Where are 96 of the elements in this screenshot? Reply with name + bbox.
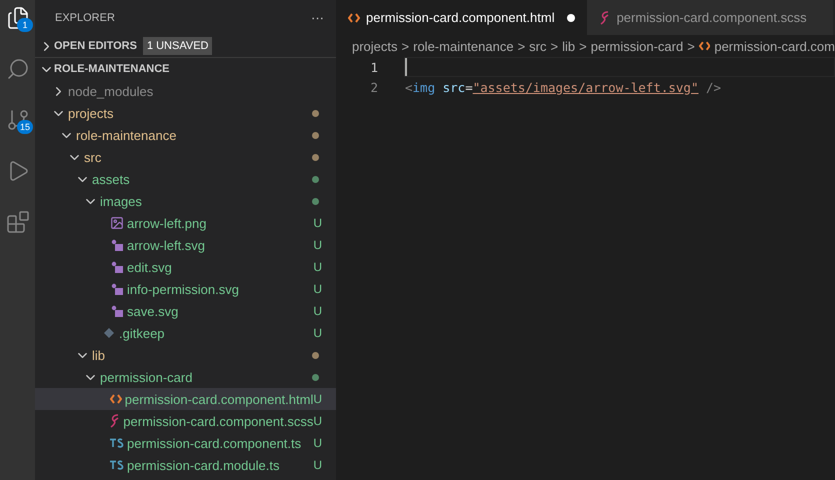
file-name: permission-card.module.ts bbox=[127, 458, 280, 472]
count-badge: 1 bbox=[17, 18, 33, 32]
file-name: arrow-left.png bbox=[127, 216, 208, 230]
file-name: permission-card.component.scss bbox=[123, 414, 314, 428]
git-status: U bbox=[313, 216, 322, 230]
count-badge: 15 bbox=[17, 120, 33, 134]
blocks-icon bbox=[6, 210, 30, 234]
code-token: = bbox=[465, 80, 473, 94]
breadcrumb-item[interactable]: role-maintenance bbox=[413, 38, 514, 54]
git-status: U bbox=[313, 282, 322, 296]
breadcrumb-item[interactable]: src bbox=[529, 38, 547, 54]
image-icon bbox=[110, 216, 124, 230]
section-title: OPEN EDITORS bbox=[54, 40, 137, 52]
folder-item[interactable]: node_modules bbox=[35, 80, 336, 102]
breadcrumb-item[interactable]: permission-card.com bbox=[714, 38, 835, 54]
file-name: permission-card.component.ts bbox=[127, 436, 302, 450]
breadcrumb-item[interactable]: projects bbox=[352, 38, 398, 54]
breadcrumb-item[interactable]: lib bbox=[562, 38, 576, 54]
svg-file-icon bbox=[110, 260, 124, 274]
pen-icon bbox=[109, 414, 122, 428]
editor-tab[interactable]: permission-card.component.html bbox=[336, 0, 587, 35]
breadcrumb-separator: > bbox=[518, 38, 526, 54]
folder-name: projects bbox=[68, 106, 115, 120]
activity-button[interactable]: 1 bbox=[0, 0, 35, 43]
code-token: "assets/images/arrow-left.svg" bbox=[472, 80, 698, 94]
file-item[interactable]: arrow-left.png U bbox=[35, 212, 336, 234]
file-item[interactable]: info-permission.svg U bbox=[35, 278, 336, 300]
file-name: .gitkeep bbox=[119, 326, 166, 340]
diamond-icon bbox=[103, 327, 115, 339]
panel-title: EXPLORER bbox=[55, 12, 115, 24]
breadcrumb-separator: > bbox=[687, 38, 695, 54]
breadcrumb-item[interactable]: permission-card bbox=[590, 38, 684, 54]
file-item[interactable]: edit.svg U bbox=[35, 256, 336, 278]
folder-item[interactable]: permission-card bbox=[35, 366, 336, 388]
more-actions-button[interactable]: ··· bbox=[311, 10, 324, 25]
files-icon bbox=[6, 6, 30, 30]
code-token: < bbox=[405, 80, 413, 94]
file-item[interactable]: arrow-left.svg U bbox=[35, 234, 336, 256]
pen-icon bbox=[598, 10, 611, 24]
git-status: U bbox=[313, 238, 322, 252]
folder-name: assets bbox=[92, 172, 131, 186]
svg-file-icon bbox=[110, 238, 124, 252]
breadcrumb-separator: > bbox=[550, 38, 558, 54]
file-name: permission-card.component.html bbox=[124, 392, 314, 406]
folder-item[interactable]: role-maintenance bbox=[35, 124, 336, 146]
ts-icon bbox=[110, 438, 124, 448]
git-status: U bbox=[313, 436, 322, 450]
git-status: U bbox=[313, 458, 322, 472]
line-number: 1 bbox=[369, 60, 378, 74]
folder-item[interactable]: src bbox=[35, 146, 336, 168]
folder-item[interactable]: lib bbox=[35, 344, 336, 366]
code-brackets-icon bbox=[348, 12, 360, 22]
section-title: ROLE-MAINTENANCE bbox=[54, 63, 170, 75]
file-item[interactable]: permission-card.component.ts U bbox=[35, 432, 336, 454]
unsaved-badge: 1 UNSAVED bbox=[142, 37, 212, 55]
git-status: U bbox=[313, 392, 322, 406]
folder-item[interactable]: projects bbox=[35, 102, 336, 124]
file-item[interactable]: .gitkeep U bbox=[35, 322, 336, 344]
line-number: 2 bbox=[369, 80, 378, 94]
folder-item[interactable]: assets bbox=[35, 168, 336, 190]
breadcrumb-separator: > bbox=[579, 38, 587, 54]
editor-tab[interactable]: permission-card.component.scss bbox=[586, 0, 833, 35]
folder-name: lib bbox=[92, 348, 106, 362]
folder-name: images bbox=[100, 194, 143, 208]
activity-button[interactable]: 15 bbox=[0, 94, 35, 145]
file-name: edit.svg bbox=[127, 260, 173, 274]
branch-icon bbox=[6, 108, 30, 132]
file-item[interactable]: permission-card.component.scssU bbox=[35, 410, 336, 432]
open-editors-header[interactable]: OPEN EDITORS 1 UNSAVED bbox=[35, 35, 336, 58]
git-status: U bbox=[313, 414, 322, 428]
code-token: /> bbox=[706, 80, 722, 94]
code-brackets-icon bbox=[698, 41, 710, 51]
file-name: arrow-left.svg bbox=[127, 238, 206, 252]
text-cursor bbox=[405, 58, 407, 76]
svg-file-icon bbox=[110, 304, 124, 318]
project-header[interactable]: ROLE-MAINTENANCE bbox=[35, 58, 336, 80]
git-status: U bbox=[313, 326, 322, 340]
search-icon bbox=[6, 56, 30, 80]
svg-file-icon bbox=[110, 282, 124, 296]
folder-name: role-maintenance bbox=[76, 128, 178, 142]
git-status: U bbox=[313, 304, 322, 318]
folder-name: permission-card bbox=[100, 370, 194, 384]
code-brackets-icon bbox=[110, 394, 122, 404]
file-item[interactable]: permission-card.component.htmlU bbox=[35, 388, 336, 410]
folder-item[interactable]: images bbox=[35, 190, 336, 212]
file-item[interactable]: save.svg U bbox=[35, 300, 336, 322]
git-status: U bbox=[313, 260, 322, 274]
code-token: img bbox=[412, 80, 436, 94]
file-name: info-permission.svg bbox=[127, 282, 240, 296]
folder-name: node_modules bbox=[68, 84, 154, 98]
file-item[interactable]: permission-card.module.ts U bbox=[35, 454, 336, 476]
file-name: save.svg bbox=[127, 304, 180, 318]
folder-name: src bbox=[84, 150, 102, 164]
breadcrumb-separator: > bbox=[402, 38, 410, 54]
ts-icon bbox=[110, 460, 124, 470]
code-token: src bbox=[442, 80, 466, 94]
